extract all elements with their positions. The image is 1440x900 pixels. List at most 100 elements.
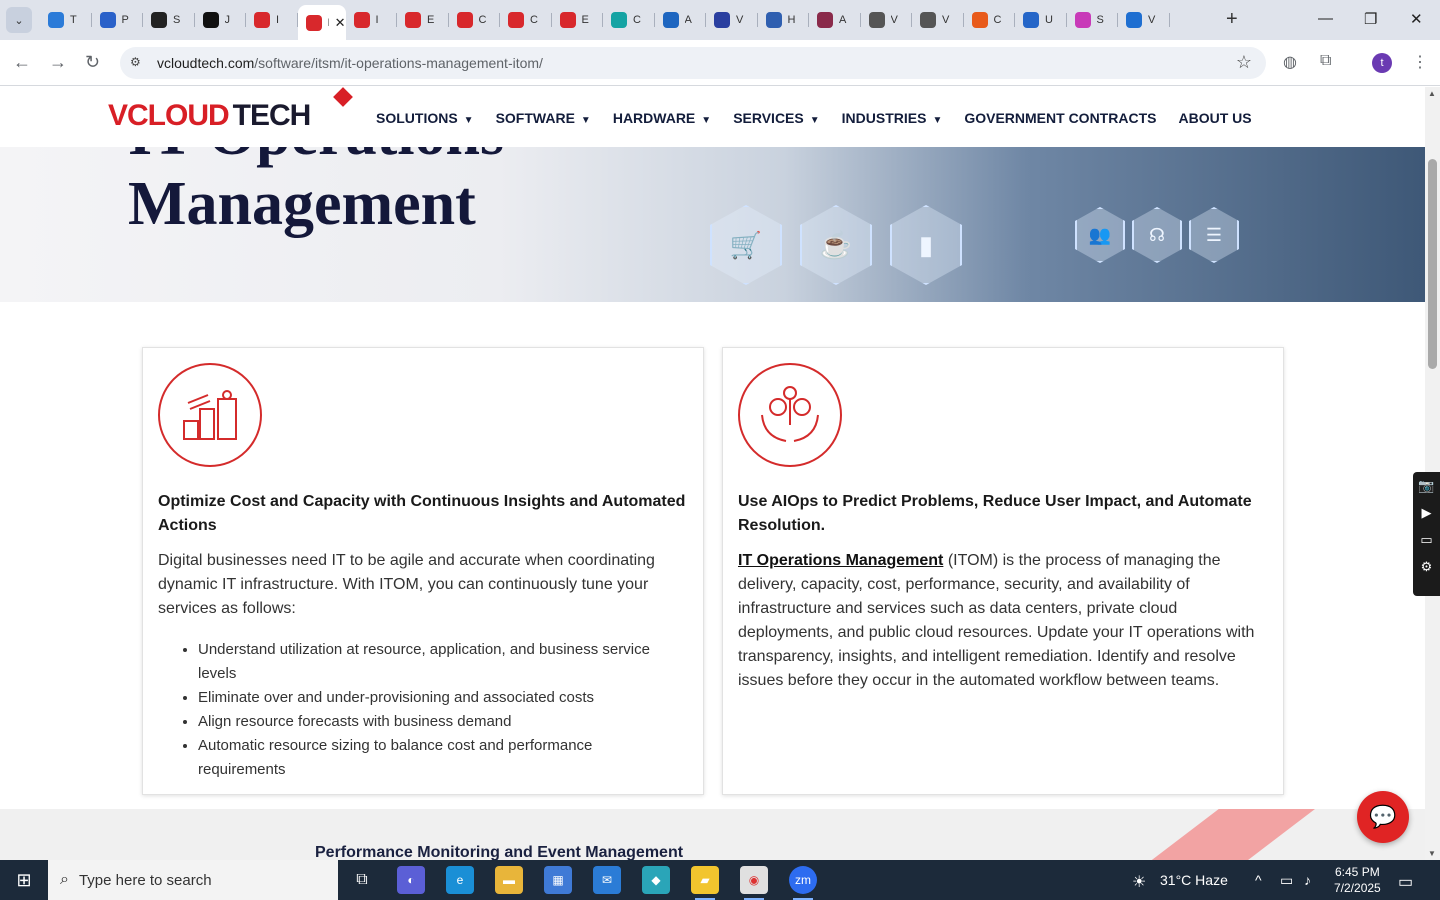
taskbar-search-placeholder: Type here to search bbox=[78, 871, 212, 889]
clock[interactable]: 6:45 PM 7/2/2025 bbox=[1334, 864, 1381, 896]
browser-tab[interactable]: E bbox=[397, 5, 449, 35]
tab-title: C bbox=[478, 14, 487, 26]
browser-tab[interactable]: C bbox=[603, 5, 655, 35]
url-text[interactable]: vcloudtech.com/software/itsm/it-operatio… bbox=[157, 55, 543, 71]
tab-favicon-icon bbox=[662, 12, 679, 28]
buildings-icon bbox=[158, 363, 262, 467]
browser-tab[interactable]: V bbox=[861, 5, 913, 35]
new-tab-button[interactable]: + bbox=[1226, 9, 1238, 29]
chrome-icon[interactable]: ◉ bbox=[740, 866, 768, 900]
tab-favicon-icon bbox=[508, 12, 524, 28]
browser-tab[interactable]: I✕ bbox=[297, 5, 346, 40]
page-title: IT Operations Management bbox=[128, 147, 504, 239]
site-logo[interactable]: VCLOUD TECH bbox=[108, 99, 311, 133]
task-view-icon[interactable]: ⧉ bbox=[348, 866, 376, 894]
mail-icon[interactable]: ✉ bbox=[593, 866, 621, 894]
edge-icon[interactable]: e bbox=[446, 866, 474, 894]
url-path: /software/itsm/it-operations-management-… bbox=[254, 55, 543, 71]
tab-search-button[interactable]: ⌄ bbox=[6, 7, 32, 33]
tab-title: V bbox=[1148, 14, 1156, 26]
nav-item-industries[interactable]: INDUSTRIES ▼ bbox=[842, 110, 943, 126]
network-icon[interactable]: ▭ bbox=[1280, 872, 1293, 889]
browser-tab[interactable]: C bbox=[449, 5, 501, 35]
nav-item-government-contracts[interactable]: GOVERNMENT CONTRACTS bbox=[964, 110, 1156, 126]
tab-title: S bbox=[173, 14, 181, 26]
tray-chevron-icon[interactable]: ^ bbox=[1255, 872, 1262, 888]
browser-tab[interactable]: E bbox=[552, 5, 604, 35]
browser-tab[interactable]: C bbox=[500, 5, 552, 35]
weather-text[interactable]: 31°C Haze bbox=[1160, 872, 1228, 888]
site-info-icon[interactable]: ⚙ bbox=[130, 55, 146, 71]
browser-tab[interactable]: C bbox=[964, 5, 1016, 35]
cart-icon: 🛒 bbox=[710, 205, 782, 285]
gears-hands-icon bbox=[738, 363, 842, 467]
nav-item-about-us[interactable]: ABOUT US bbox=[1178, 110, 1251, 126]
browser-tab[interactable]: I bbox=[346, 5, 398, 35]
lower-section: Performance Monitoring and Event Managem… bbox=[0, 809, 1425, 860]
volume-icon[interactable]: ♪ bbox=[1304, 872, 1311, 888]
reload-button[interactable]: ↻ bbox=[85, 52, 100, 73]
browser-tab[interactable]: A bbox=[809, 5, 861, 35]
scroll-up-icon[interactable]: ▲ bbox=[1428, 89, 1436, 98]
page-title-line2: Management bbox=[128, 170, 476, 238]
browser-tab[interactable]: A bbox=[655, 5, 707, 35]
chat-button[interactable]: 💬 bbox=[1357, 791, 1409, 843]
nav-item-hardware[interactable]: HARDWARE ▼ bbox=[613, 110, 711, 126]
tab-close-icon[interactable]: ✕ bbox=[335, 15, 346, 31]
copilot-icon[interactable]: ◐ bbox=[397, 866, 425, 894]
notification-icon[interactable]: ▭ bbox=[1398, 872, 1413, 892]
people-icon: 👥 bbox=[1075, 207, 1125, 263]
app-icon[interactable]: ◆ bbox=[642, 866, 670, 894]
camera-icon[interactable]: 📷 bbox=[1413, 472, 1440, 499]
browser-tab[interactable]: P bbox=[92, 5, 144, 35]
close-window-button[interactable]: ✕ bbox=[1410, 10, 1423, 28]
video-icon[interactable]: ▶ bbox=[1413, 499, 1440, 526]
scroll-down-icon[interactable]: ▼ bbox=[1428, 849, 1436, 858]
browser-tab[interactable]: V bbox=[706, 5, 758, 35]
translate-icon[interactable]: ◍ bbox=[1283, 52, 1297, 72]
nav-item-software[interactable]: SOFTWARE ▼ bbox=[496, 110, 591, 126]
sticky-notes-icon[interactable]: ▰ bbox=[691, 866, 719, 900]
settings-gear-icon[interactable]: ⚙ bbox=[1413, 553, 1440, 580]
clock-time: 6:45 PM bbox=[1335, 865, 1380, 879]
browser-tab[interactable]: S bbox=[143, 5, 195, 35]
browser-tab[interactable]: U bbox=[1015, 5, 1067, 35]
file-explorer-icon[interactable]: ▬ bbox=[495, 866, 523, 894]
address-bar[interactable]: ⚙ vcloudtech.com/software/itsm/it-operat… bbox=[120, 47, 1266, 79]
taskbar-search[interactable]: ⌕ Type here to search bbox=[48, 860, 338, 900]
nav-item-label: HARDWARE bbox=[612, 110, 696, 126]
start-button[interactable]: ⊞ bbox=[0, 860, 48, 900]
list-item: Eliminate over and under-provisioning an… bbox=[198, 686, 668, 710]
browser-tab[interactable]: J bbox=[195, 5, 247, 35]
forward-button[interactable]: → bbox=[49, 52, 67, 73]
tab-title: I bbox=[328, 17, 329, 29]
screen-capture-widget: 📷 ▶ ▭ ⚙ bbox=[1413, 472, 1440, 596]
window-icon[interactable]: ▭ bbox=[1413, 526, 1440, 553]
nav-item-services[interactable]: SERVICES ▼ bbox=[733, 110, 819, 126]
extensions-icon[interactable]: ⧉ bbox=[1320, 52, 1331, 70]
itom-link[interactable]: IT Operations Management bbox=[738, 552, 943, 569]
profile-avatar[interactable]: t bbox=[1372, 53, 1392, 73]
tab-favicon-icon bbox=[305, 14, 322, 31]
browser-tab[interactable]: H bbox=[758, 5, 810, 35]
back-button[interactable]: ← bbox=[13, 52, 31, 73]
zoom-icon[interactable]: zm bbox=[789, 866, 817, 900]
minimize-button[interactable]: — bbox=[1318, 10, 1333, 27]
chevron-down-icon: ⌄ bbox=[14, 14, 24, 27]
browser-tab[interactable]: T bbox=[40, 5, 92, 35]
bookmark-star-icon[interactable]: ☆ bbox=[1236, 52, 1252, 73]
scroll-thumb[interactable] bbox=[1428, 159, 1437, 369]
browser-tab[interactable]: S bbox=[1067, 5, 1119, 35]
browser-tab[interactable]: V bbox=[1118, 5, 1170, 35]
headset-icon: ☊ bbox=[1132, 207, 1182, 263]
menu-dots-icon[interactable]: ⋮ bbox=[1412, 52, 1428, 72]
nav-item-solutions[interactable]: SOLUTIONS ▼ bbox=[376, 110, 474, 126]
hero-banner: IT Operations Management 🛒 ☕ ▮ 👥 ☊ ☰ bbox=[0, 147, 1425, 302]
tab-favicon-icon bbox=[456, 12, 473, 28]
store-icon[interactable]: ▦ bbox=[544, 866, 572, 894]
maximize-button[interactable]: ❐ bbox=[1364, 10, 1377, 28]
browser-tab[interactable]: V bbox=[912, 5, 964, 35]
browser-tab[interactable]: I bbox=[246, 5, 298, 35]
tab-title: V bbox=[736, 14, 744, 26]
tab-title: P bbox=[121, 14, 129, 26]
